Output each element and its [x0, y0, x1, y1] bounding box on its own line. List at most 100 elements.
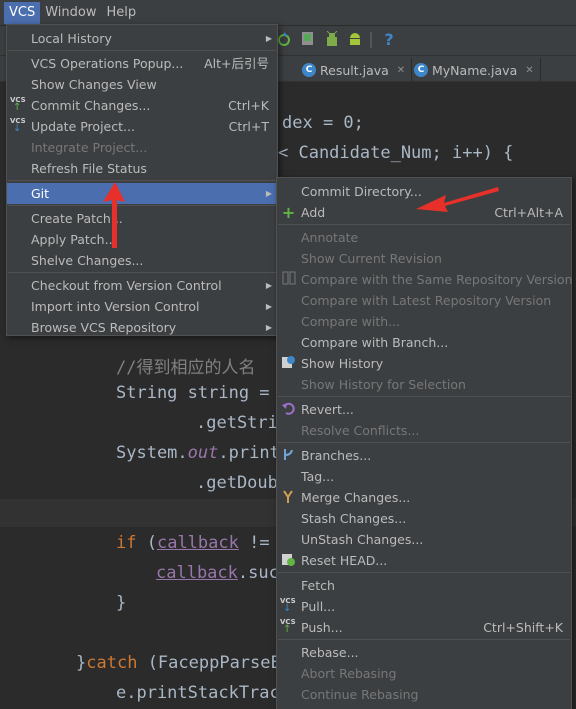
annotation-arrow-left	[416, 187, 499, 212]
toolbar-divider	[370, 32, 372, 48]
git-submenu: Commit Directory... + Add Ctrl+Alt+A Annotat…	[276, 177, 573, 709]
git-item-compare-with-branch[interactable]: Compare with Branch...	[277, 332, 571, 353]
code-line: dex = 0;	[282, 113, 364, 133]
git-item-stash-changes[interactable]: Stash Changes...	[277, 508, 571, 529]
close-icon[interactable]: ✕	[525, 65, 533, 76]
vcs-item-label: Checkout from Version Control	[31, 278, 222, 293]
code-token: System.	[116, 443, 188, 463]
vcs-item-shelve-changes[interactable]: Shelve Changes...	[7, 250, 277, 271]
git-item-label: Show Current Revision	[301, 251, 442, 266]
merge-icon	[280, 489, 297, 506]
vcs-item-label: Import into Version Control	[31, 299, 200, 314]
update-icon: VCS ↓	[10, 117, 26, 134]
menu-separator	[8, 180, 276, 181]
git-item-label: Continue Rebasing	[301, 687, 419, 702]
menu-window[interactable]: Window	[40, 2, 101, 24]
tab-myname-java[interactable]: C MyName.java ✕	[408, 58, 541, 82]
push-icon: VCS ↑	[280, 618, 296, 635]
code-field: callback	[156, 563, 238, 583]
code-brace: }	[76, 653, 87, 673]
vcs-item-label: Git	[31, 186, 50, 201]
code-line: System.out.print	[116, 443, 280, 463]
git-item-continue-rebasing: Continue Rebasing	[277, 684, 571, 705]
git-item-label: Branches...	[301, 448, 372, 463]
git-item-push[interactable]: VCS ↑ Push... Ctrl+Shift+K	[277, 617, 571, 638]
commit-icon: VCS ↑	[10, 96, 26, 113]
menu-separator	[8, 272, 276, 273]
vcs-item-checkout-from-version-control[interactable]: Checkout from Version Control ▶	[7, 275, 277, 296]
vcs-item-browse-vcs-repository[interactable]: Browse VCS Repository ▶	[7, 317, 277, 338]
history-icon	[280, 355, 297, 372]
menu-separator	[278, 639, 570, 640]
vcs-item-refresh-file-status[interactable]: Refresh File Status	[7, 158, 277, 179]
git-item-show-history[interactable]: Show History	[277, 353, 571, 374]
git-item-branches[interactable]: Branches...	[277, 445, 571, 466]
git-item-label: Compare with Branch...	[301, 335, 449, 350]
vcs-menu: Local History ▶ VCS Operations Popup... Alt…	[6, 24, 278, 336]
shortcut-label: Alt+后引号	[204, 56, 269, 71]
menu-bar: VCS Window Help	[0, 0, 576, 26]
menu-help[interactable]: Help	[102, 2, 142, 24]
vcs-item-import-into-version-control[interactable]: Import into Version Control ▶	[7, 296, 277, 317]
vcs-item-apply-patch[interactable]: Apply Patch...	[7, 229, 277, 250]
code-token: .suc	[237, 563, 279, 583]
code-line: String string =	[116, 383, 270, 403]
menu-separator	[8, 205, 276, 206]
annotation-arrow-up	[103, 182, 125, 248]
git-item-label: Compare with Latest Repository Version	[301, 293, 552, 308]
git-item-label: Reset HEAD...	[301, 553, 388, 568]
tab-result-java[interactable]: C Result.java ✕	[296, 58, 413, 82]
git-item-label: Compare with...	[301, 314, 401, 329]
git-item-unstash-changes[interactable]: UnStash Changes...	[277, 529, 571, 550]
vcs-item-label: Show Changes View	[31, 77, 157, 92]
code-line: }catch (FaceppParseE	[76, 653, 281, 673]
git-item-pull[interactable]: VCS ↓ Pull...	[277, 596, 571, 617]
git-item-fetch[interactable]: Fetch	[277, 575, 571, 596]
git-item-label: Fetch	[301, 578, 335, 593]
menu-separator	[8, 50, 276, 51]
vcs-item-integrate-project: Integrate Project...	[7, 137, 277, 158]
git-item-label: UnStash Changes...	[301, 532, 424, 547]
code-line: < Candidate_Num; i++) {	[278, 143, 514, 163]
code-line: e.printStackTrac	[116, 683, 280, 703]
git-item-label: Compare with the Same Repository Version	[301, 272, 573, 287]
code-keyword: if	[116, 533, 137, 553]
pull-icon: VCS ↓	[280, 597, 296, 614]
git-item-revert[interactable]: Revert...	[277, 399, 571, 420]
vcs-item-label: Commit Changes...	[31, 98, 151, 113]
device-monitor-icon[interactable]	[299, 31, 317, 49]
git-item-label: Commit Directory...	[301, 184, 422, 199]
submenu-arrow-icon: ▶	[265, 34, 272, 43]
git-item-label: Stash Changes...	[301, 511, 407, 526]
git-item-show-history-for-selection: Show History for Selection	[277, 374, 571, 395]
code-brace: }	[116, 593, 127, 613]
git-item-merge-changes[interactable]: Merge Changes...	[277, 487, 571, 508]
git-item-label: Rebase...	[301, 645, 359, 660]
vcs-item-git[interactable]: Git ▶	[7, 183, 277, 204]
vcs-item-vcs-operations-popup[interactable]: VCS Operations Popup... Alt+后引号	[7, 53, 277, 74]
android-icon[interactable]	[346, 31, 364, 49]
vcs-item-create-patch[interactable]: Create Patch...	[7, 208, 277, 229]
git-item-rebase[interactable]: Rebase...	[277, 642, 571, 663]
close-icon[interactable]: ✕	[397, 65, 405, 76]
vcs-item-show-changes-view[interactable]: Show Changes View	[7, 74, 277, 95]
git-item-label: Annotate	[301, 230, 359, 245]
code-token: .print	[218, 443, 280, 463]
vcs-item-commit-changes[interactable]: VCS ↑ Commit Changes... Ctrl+K	[7, 95, 277, 116]
reset-icon	[280, 552, 297, 569]
class-icon: C	[302, 63, 316, 77]
vcs-item-label: Browse VCS Repository	[31, 320, 177, 335]
vcs-item-local-history[interactable]: Local History ▶	[7, 28, 277, 49]
menu-vcs[interactable]: VCS	[4, 1, 41, 24]
help-icon[interactable]: ?	[380, 31, 398, 49]
vcs-item-label: Integrate Project...	[31, 140, 148, 155]
branch-icon	[280, 447, 297, 464]
git-item-tag[interactable]: Tag...	[277, 466, 571, 487]
git-item-reset-head[interactable]: Reset HEAD...	[277, 550, 571, 571]
vcs-item-update-project[interactable]: VCS ↓ Update Project... Ctrl+T	[7, 116, 277, 137]
tab-label: Result.java	[320, 62, 389, 78]
menu-separator	[278, 396, 570, 397]
vcs-item-label: Update Project...	[31, 119, 135, 134]
sdk-manager-icon[interactable]	[323, 30, 341, 49]
code-line: if (callback !=	[116, 533, 270, 553]
